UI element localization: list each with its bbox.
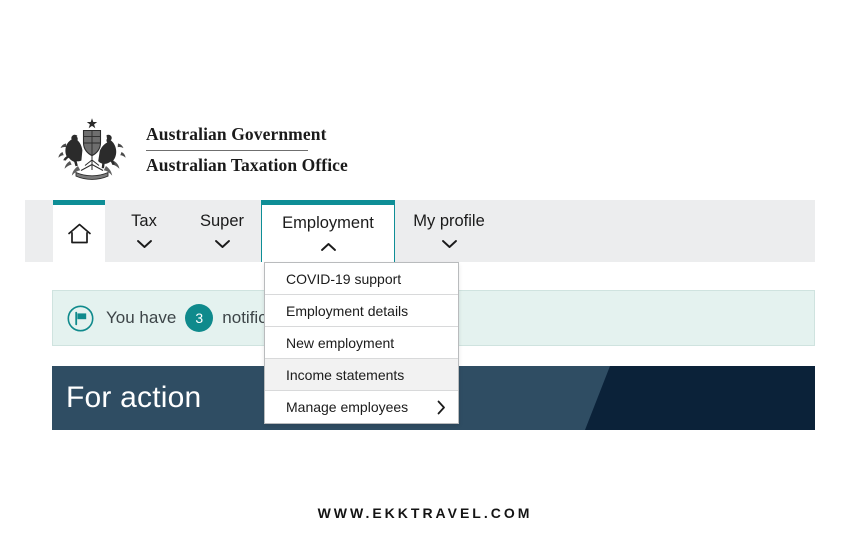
chevron-up-icon	[320, 242, 336, 251]
dropdown-item-label: Income statements	[286, 366, 405, 383]
nav-item-home[interactable]	[53, 200, 105, 262]
notification-count-badge: 3	[185, 304, 214, 332]
dropdown-item-label: New employment	[286, 334, 395, 351]
nav-item-my-profile-label: My profile	[413, 211, 485, 230]
for-action-title: For action	[66, 381, 202, 414]
dropdown-item-employment-details[interactable]: Employment details	[265, 295, 458, 327]
australian-coat-of-arms-icon	[58, 118, 126, 180]
chevron-right-icon	[437, 400, 445, 414]
wordmark-line-ato: Australian Taxation Office	[146, 154, 348, 175]
nav-item-employment-label: Employment	[282, 214, 374, 233]
chevron-down-icon	[136, 240, 152, 249]
nav-item-employment[interactable]: Employment	[261, 200, 395, 262]
nav-item-tax[interactable]: Tax	[105, 200, 183, 262]
wordmark-divider	[146, 149, 308, 151]
dropdown-item-label: Employment details	[286, 302, 409, 319]
dropdown-item-manage-employees[interactable]: Manage employees	[265, 391, 458, 423]
government-wordmark: Australian Government Australian Taxatio…	[146, 124, 348, 176]
flag-circle-icon	[67, 305, 94, 331]
nav-item-my-profile[interactable]: My profile	[395, 200, 503, 262]
masthead: Australian Government Australian Taxatio…	[52, 114, 348, 186]
dropdown-item-income-statements[interactable]: Income statements	[265, 359, 458, 391]
chevron-down-icon	[214, 240, 230, 249]
dropdown-item-covid-19-support[interactable]: COVID-19 support	[265, 263, 458, 295]
dropdown-item-label: Manage employees	[286, 399, 409, 415]
home-icon	[67, 223, 91, 244]
dropdown-item-label: COVID-19 support	[286, 270, 402, 287]
wordmark-line-government: Australian Government	[146, 124, 327, 145]
employment-dropdown-menu: COVID-19 support Employment details New …	[264, 262, 459, 424]
chevron-down-icon	[441, 240, 457, 249]
dropdown-item-new-employment[interactable]: New employment	[265, 327, 458, 359]
nav-item-super-label: Super	[199, 211, 245, 230]
notification-text-before: You have	[106, 308, 177, 327]
footer-watermark: WWW.EKKTRAVEL.COM	[317, 505, 533, 521]
main-navigation: Tax Super Employment My profile	[25, 200, 815, 262]
nav-item-super[interactable]: Super	[183, 200, 261, 262]
nav-item-tax-label: Tax	[131, 211, 157, 230]
